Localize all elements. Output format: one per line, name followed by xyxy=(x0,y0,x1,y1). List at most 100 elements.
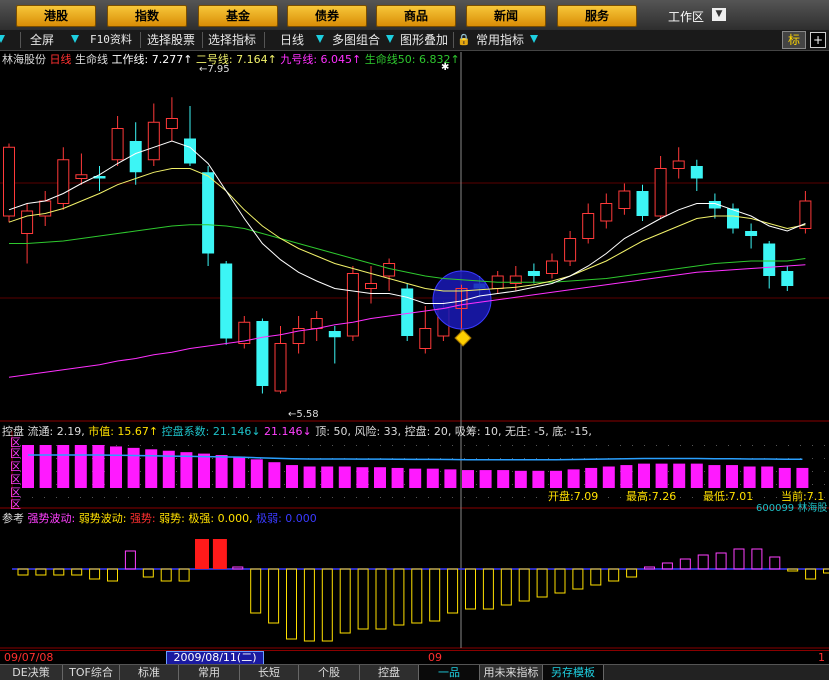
wave-bar-down xyxy=(358,569,368,629)
kongpan-bar xyxy=(691,464,703,488)
grid-dot xyxy=(728,445,729,446)
tab-tof[interactable]: TOF综合 xyxy=(63,665,120,680)
grid-dot xyxy=(200,445,201,446)
wave-bar-down xyxy=(591,569,601,585)
wave-bar-down xyxy=(806,569,816,579)
tab-kongpan[interactable]: 控盘 xyxy=(360,665,419,680)
wave-bar-down xyxy=(394,569,404,625)
candle-body-down xyxy=(745,231,757,236)
kongpan-bar xyxy=(92,445,104,488)
grid-dot xyxy=(500,445,501,446)
grid-dot xyxy=(236,497,237,498)
tab-standard[interactable]: 标准 xyxy=(120,665,179,680)
grid-dot xyxy=(644,445,645,446)
kongpan-bar xyxy=(198,454,210,488)
tab-decision[interactable]: DE决策 xyxy=(0,665,63,680)
open-price: 开盘:7.09 xyxy=(548,488,598,504)
grid-dot xyxy=(32,497,33,498)
grid-dot xyxy=(176,484,177,485)
grid-dot xyxy=(152,497,153,498)
tab-yipin[interactable]: 一品 xyxy=(419,665,480,680)
tab-long-short[interactable]: 长短 xyxy=(240,665,299,680)
grid-dot xyxy=(140,471,141,472)
grid-dot xyxy=(140,484,141,485)
tab-common[interactable]: 常用 xyxy=(179,665,240,680)
wave-bar-up xyxy=(125,551,135,569)
grid-dot xyxy=(356,497,357,498)
kongpan-bar xyxy=(744,467,756,489)
tab-save-template[interactable]: 另存模板 xyxy=(543,665,604,680)
shizhi-value: 市值: 15.67↑ xyxy=(88,425,158,438)
grid-dot xyxy=(176,497,177,498)
template-tab-bar: DE决策 TOF综合 标准 常用 长短 个股 控盘 一品 用未来指标 另存模板 xyxy=(0,664,829,680)
wave-bar-down xyxy=(573,569,583,589)
wave-bar-down xyxy=(54,569,64,575)
kongpan-bar xyxy=(779,468,791,488)
grid-dot xyxy=(608,445,609,446)
kongpan-bar xyxy=(180,452,192,488)
grid-dot xyxy=(548,471,549,472)
low-price: 最低:7.01 xyxy=(703,488,753,504)
kongpan-bar xyxy=(110,446,122,488)
wave-bar-up xyxy=(645,567,655,569)
grid-dot xyxy=(764,445,765,446)
grid-dot xyxy=(500,497,501,498)
grid-dot xyxy=(212,458,213,459)
candle-body-down xyxy=(763,244,775,277)
grid-dot xyxy=(464,458,465,459)
candle-body-up xyxy=(673,161,684,169)
chart-canvas[interactable] xyxy=(0,0,829,679)
candle-body-up xyxy=(58,160,69,204)
grid-dot xyxy=(140,497,141,498)
grid-dot xyxy=(224,497,225,498)
grid-dot xyxy=(740,445,741,446)
grid-dot xyxy=(344,445,345,446)
grid-dot xyxy=(776,471,777,472)
wave-bar-down xyxy=(72,569,82,575)
grid-dot xyxy=(296,445,297,446)
wave-bar-down xyxy=(36,569,46,575)
grid-dot xyxy=(116,445,117,446)
grid-dot xyxy=(320,497,321,498)
grid-dot xyxy=(476,445,477,446)
tab-stock[interactable]: 个股 xyxy=(299,665,360,680)
grid-dot xyxy=(716,445,717,446)
kongpan-bar xyxy=(75,445,87,488)
grid-dot xyxy=(248,445,249,446)
wave-bar-down xyxy=(501,569,511,605)
grid-dot xyxy=(572,445,573,446)
kongpan-bar xyxy=(427,469,439,488)
wave-bar-up xyxy=(680,559,690,569)
kongpan-bar xyxy=(638,464,650,488)
grid-dot xyxy=(212,445,213,446)
grid-dot xyxy=(56,458,57,459)
grid-dot xyxy=(56,471,57,472)
grid-dot xyxy=(476,471,477,472)
grid-dot xyxy=(212,471,213,472)
grid-dot xyxy=(524,458,525,459)
kongpan-bar xyxy=(409,469,421,488)
wave-bar-up xyxy=(233,567,243,569)
grid-dot xyxy=(212,484,213,485)
grid-dot xyxy=(764,497,765,498)
kongpan-bar xyxy=(444,469,456,488)
kongpan-bar xyxy=(761,467,773,489)
grid-dot xyxy=(584,445,585,446)
grid-dot xyxy=(392,445,393,446)
grid-dot xyxy=(380,445,381,446)
grid-dot xyxy=(428,497,429,498)
tab-future-indicator[interactable]: 用未来指标 xyxy=(480,665,543,680)
grid-dot xyxy=(164,497,165,498)
grid-dot xyxy=(392,497,393,498)
grid-dot xyxy=(320,484,321,485)
wave-bar-down xyxy=(609,569,619,581)
grid-dot xyxy=(824,484,825,485)
wave-bar-strong xyxy=(213,539,227,569)
grid-dot xyxy=(308,445,309,446)
kongpan-coef: 控盘系数: 21.146↓ xyxy=(162,425,261,438)
grid-dot xyxy=(92,497,93,498)
grid-dot xyxy=(248,471,249,472)
grid-dot xyxy=(536,497,537,498)
wave-bar-up xyxy=(698,555,708,569)
date-label: 1 xyxy=(818,651,825,664)
